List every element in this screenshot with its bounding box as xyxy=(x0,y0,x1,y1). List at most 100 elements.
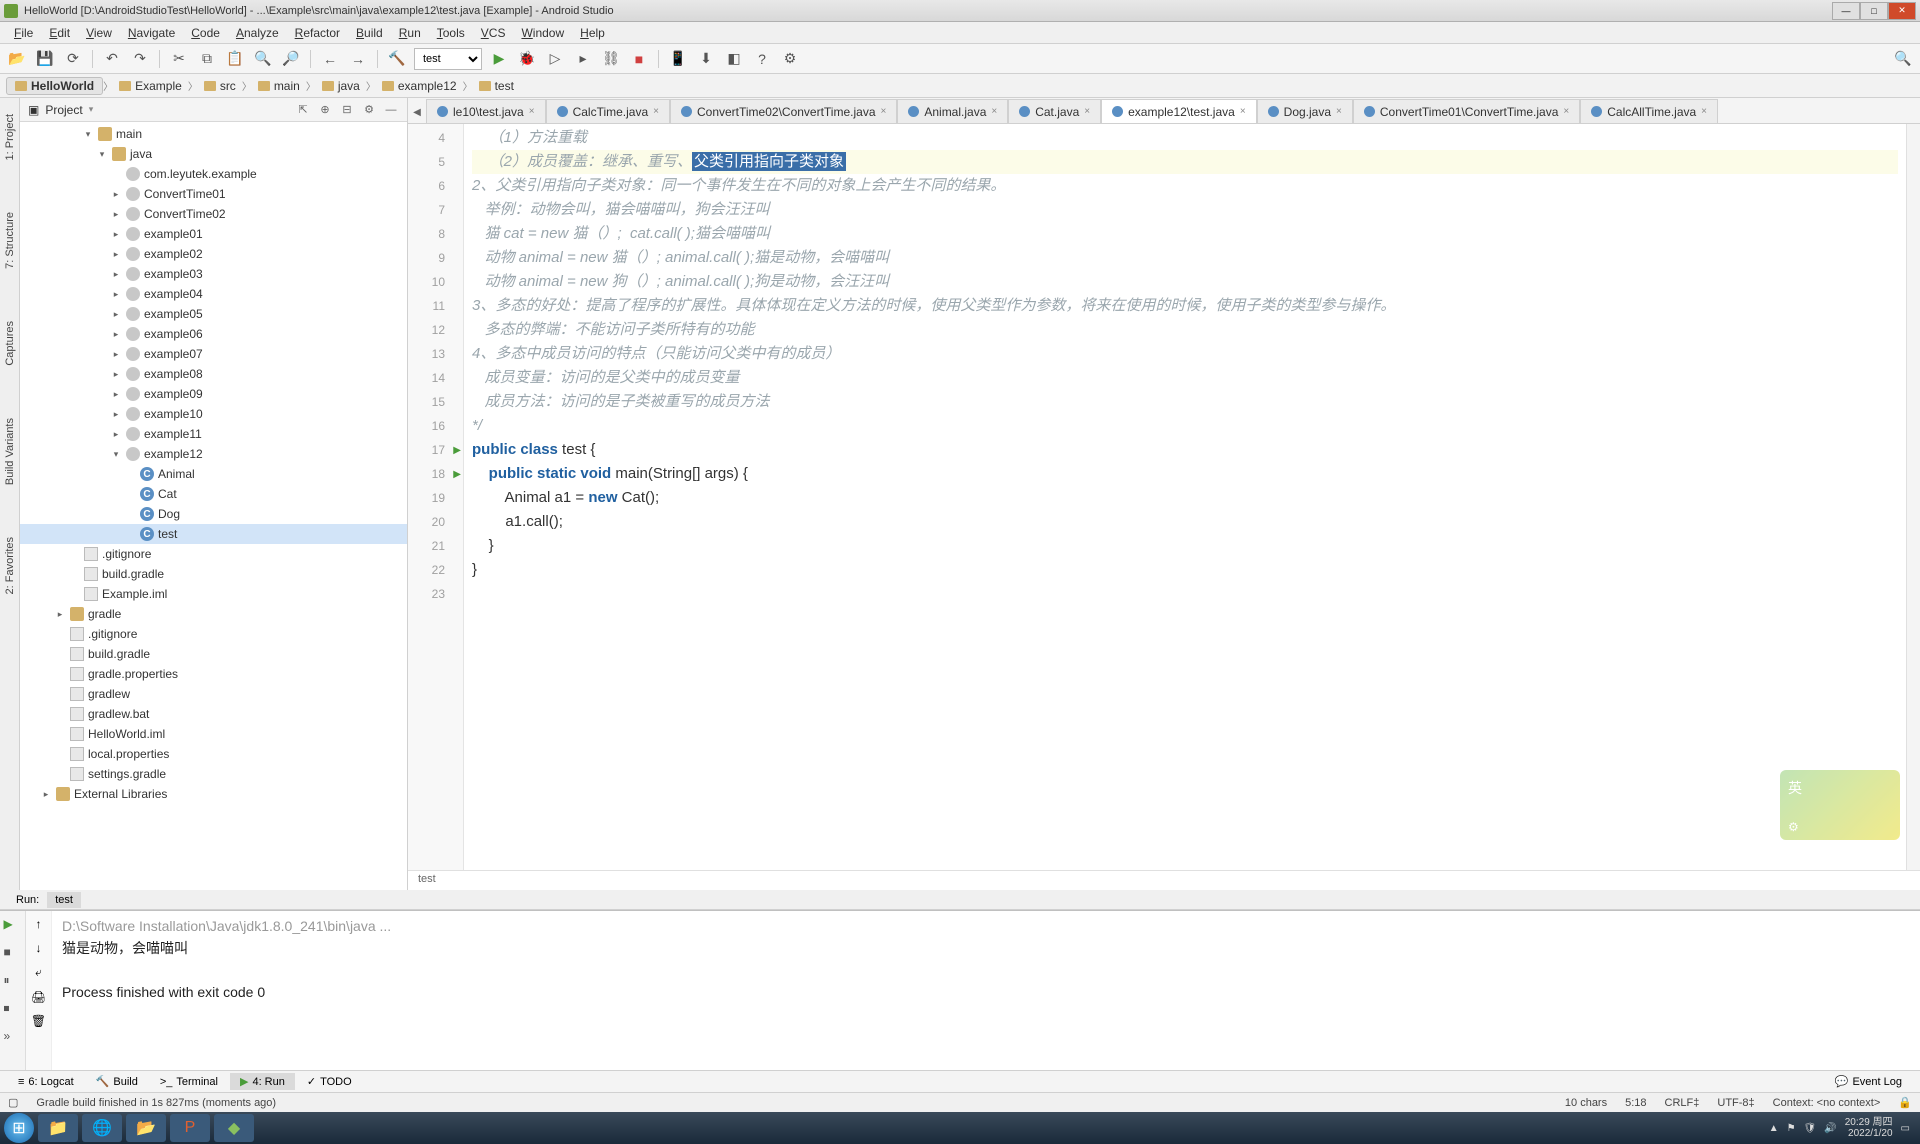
project-tool-tab[interactable]: 1: Project xyxy=(2,108,18,166)
scroll-from-source-icon[interactable]: ⊕ xyxy=(317,102,333,118)
search-everywhere-icon[interactable]: 🔍 xyxy=(1892,48,1914,70)
tree-item[interactable]: ▸ConvertTime01 xyxy=(20,184,407,204)
menu-run[interactable]: Run xyxy=(391,24,429,42)
coverage-icon[interactable]: ▸ xyxy=(572,48,594,70)
menu-window[interactable]: Window xyxy=(513,24,572,42)
forward-icon[interactable]: → xyxy=(347,48,369,70)
update-icon[interactable]: ⚙ xyxy=(779,48,801,70)
copy-icon[interactable]: ⧉ xyxy=(196,48,218,70)
run-config-select[interactable]: test xyxy=(414,48,482,70)
console-output[interactable]: D:\Software Installation\Java\jdk1.8.0_2… xyxy=(52,911,1920,1070)
attach-icon[interactable]: ⛓ xyxy=(600,48,622,70)
tree-item[interactable]: ▾example12 xyxy=(20,444,407,464)
tree-item[interactable]: ▸example02 xyxy=(20,244,407,264)
breadcrumb-item[interactable]: HelloWorld xyxy=(6,77,103,95)
editor-tab[interactable]: le10\test.java× xyxy=(426,99,546,123)
tree-item[interactable]: CAnimal xyxy=(20,464,407,484)
menu-analyze[interactable]: Analyze xyxy=(228,24,287,42)
tree-item[interactable]: CDog xyxy=(20,504,407,524)
tree-item[interactable]: ▸ConvertTime02 xyxy=(20,204,407,224)
print-icon[interactable]: 🖨 xyxy=(31,990,46,1004)
debug-icon[interactable]: 🐞 xyxy=(516,48,538,70)
tree-item[interactable]: ▸example10 xyxy=(20,404,407,424)
tree-item[interactable]: ▸example11 xyxy=(20,424,407,444)
editor-body[interactable]: 4567891011121314151617▶18▶1920212223 （1）… xyxy=(408,124,1920,870)
menu-view[interactable]: View xyxy=(78,24,120,42)
sync-icon[interactable]: ⟳ xyxy=(62,48,84,70)
stop-icon[interactable]: ■ xyxy=(628,48,650,70)
tree-item[interactable]: ▸gradle xyxy=(20,604,407,624)
explorer-taskbar-icon[interactable]: 📁 xyxy=(38,1114,78,1142)
menu-edit[interactable]: Edit xyxy=(41,24,78,42)
run-icon[interactable]: ▶ xyxy=(488,48,510,70)
collapse-icon[interactable]: ⇱ xyxy=(295,102,311,118)
folder-taskbar-icon[interactable]: 📂 xyxy=(126,1114,166,1142)
breadcrumb-item[interactable]: java xyxy=(316,79,366,93)
run-gutter-icon[interactable]: ▶ xyxy=(453,445,461,456)
code-area[interactable]: （1）方法重载 （2）成员覆盖：继承、重写、父类引用指向子类对象2、父类引用指向… xyxy=(464,124,1906,870)
tree-item[interactable]: ▸example07 xyxy=(20,344,407,364)
editor-tab[interactable]: example12\test.java× xyxy=(1101,99,1257,123)
run-session-tab[interactable]: test xyxy=(47,892,81,908)
undo-icon[interactable]: ↶ xyxy=(101,48,123,70)
tree-item[interactable]: settings.gradle xyxy=(20,764,407,784)
tree-item[interactable]: ▸example06 xyxy=(20,324,407,344)
close-tab-icon[interactable]: × xyxy=(1336,106,1342,117)
maximize-button[interactable]: □ xyxy=(1860,2,1888,20)
right-marker-strip[interactable] xyxy=(1906,124,1920,870)
tree-item[interactable]: gradlew xyxy=(20,684,407,704)
open-icon[interactable]: 📂 xyxy=(6,48,28,70)
breadcrumb-item[interactable]: main xyxy=(252,79,306,93)
project-tree[interactable]: ▾main▾javacom.leyutek.example▸ConvertTim… xyxy=(20,122,407,890)
exit-icon[interactable]: ⏹ xyxy=(4,1001,22,1019)
menu-refactor[interactable]: Refactor xyxy=(287,24,348,42)
status-encoding[interactable]: UTF-8‡ xyxy=(1717,1097,1754,1109)
editor-tab[interactable]: CalcAllTime.java× xyxy=(1580,99,1718,123)
structure-tool-tab[interactable]: 7: Structure xyxy=(2,206,18,275)
menu-navigate[interactable]: Navigate xyxy=(120,24,183,42)
hide-icon[interactable]: — xyxy=(383,102,399,118)
stop-run-icon[interactable]: ■ xyxy=(4,945,22,963)
pause-icon[interactable]: ⏸ xyxy=(4,973,22,991)
close-tab-icon[interactable]: × xyxy=(1240,106,1246,117)
tree-item[interactable]: ▸example03 xyxy=(20,264,407,284)
tree-item[interactable]: ▸External Libraries xyxy=(20,784,407,804)
run-tab[interactable]: ▶4: Run xyxy=(230,1073,295,1090)
settings-icon[interactable]: ⚙ xyxy=(361,102,377,118)
down2-icon[interactable]: ↓ xyxy=(36,941,42,955)
replace-icon[interactable]: 🔎 xyxy=(280,48,302,70)
redo-icon[interactable]: ↷ xyxy=(129,48,151,70)
close-tab-icon[interactable]: × xyxy=(529,106,535,117)
expand-all-icon[interactable]: ⊟ xyxy=(339,102,355,118)
profile-icon[interactable]: ▷ xyxy=(544,48,566,70)
tray-icon[interactable]: 🛡 xyxy=(1804,1123,1817,1134)
close-tab-icon[interactable]: × xyxy=(653,106,659,117)
tray-icon[interactable]: ⚑ xyxy=(1787,1123,1796,1134)
tree-item[interactable]: build.gradle xyxy=(20,644,407,664)
breadcrumb-item[interactable]: src xyxy=(198,79,242,93)
androidstudio-taskbar-icon[interactable]: ◆ xyxy=(214,1114,254,1142)
tab-scroll-left-icon[interactable]: ◀ xyxy=(408,101,426,123)
menu-code[interactable]: Code xyxy=(183,24,228,42)
close-tab-icon[interactable]: × xyxy=(991,106,997,117)
editor-tab[interactable]: ConvertTime02\ConvertTime.java× xyxy=(670,99,897,123)
menu-help[interactable]: Help xyxy=(572,24,613,42)
close-tab-icon[interactable]: × xyxy=(1563,106,1569,117)
breadcrumb-item[interactable]: Example xyxy=(113,79,188,93)
tree-item[interactable]: gradlew.bat xyxy=(20,704,407,724)
tree-item[interactable]: ▸example01 xyxy=(20,224,407,244)
avd-icon[interactable]: 📱 xyxy=(667,48,689,70)
buildvariants-tool-tab[interactable]: Build Variants xyxy=(2,412,18,491)
menu-tools[interactable]: Tools xyxy=(429,24,473,42)
todo-tab[interactable]: ✓TODO xyxy=(297,1073,362,1090)
find-icon[interactable]: 🔍 xyxy=(252,48,274,70)
logcat-tab[interactable]: ≡6: Logcat xyxy=(8,1074,84,1090)
close-tab-icon[interactable]: × xyxy=(1701,106,1707,117)
tree-item[interactable]: ▾main xyxy=(20,124,407,144)
rerun-icon[interactable]: ▶ xyxy=(4,917,22,935)
system-tray[interactable]: ▲ ⚑ 🛡 🔊 20:29 周四 2022/1/20 ▭ xyxy=(1769,1117,1916,1139)
tree-item[interactable]: CCat xyxy=(20,484,407,504)
paste-icon[interactable]: 📋 xyxy=(224,48,246,70)
tree-item[interactable]: ▸example08 xyxy=(20,364,407,384)
close-tab-icon[interactable]: × xyxy=(1084,106,1090,117)
